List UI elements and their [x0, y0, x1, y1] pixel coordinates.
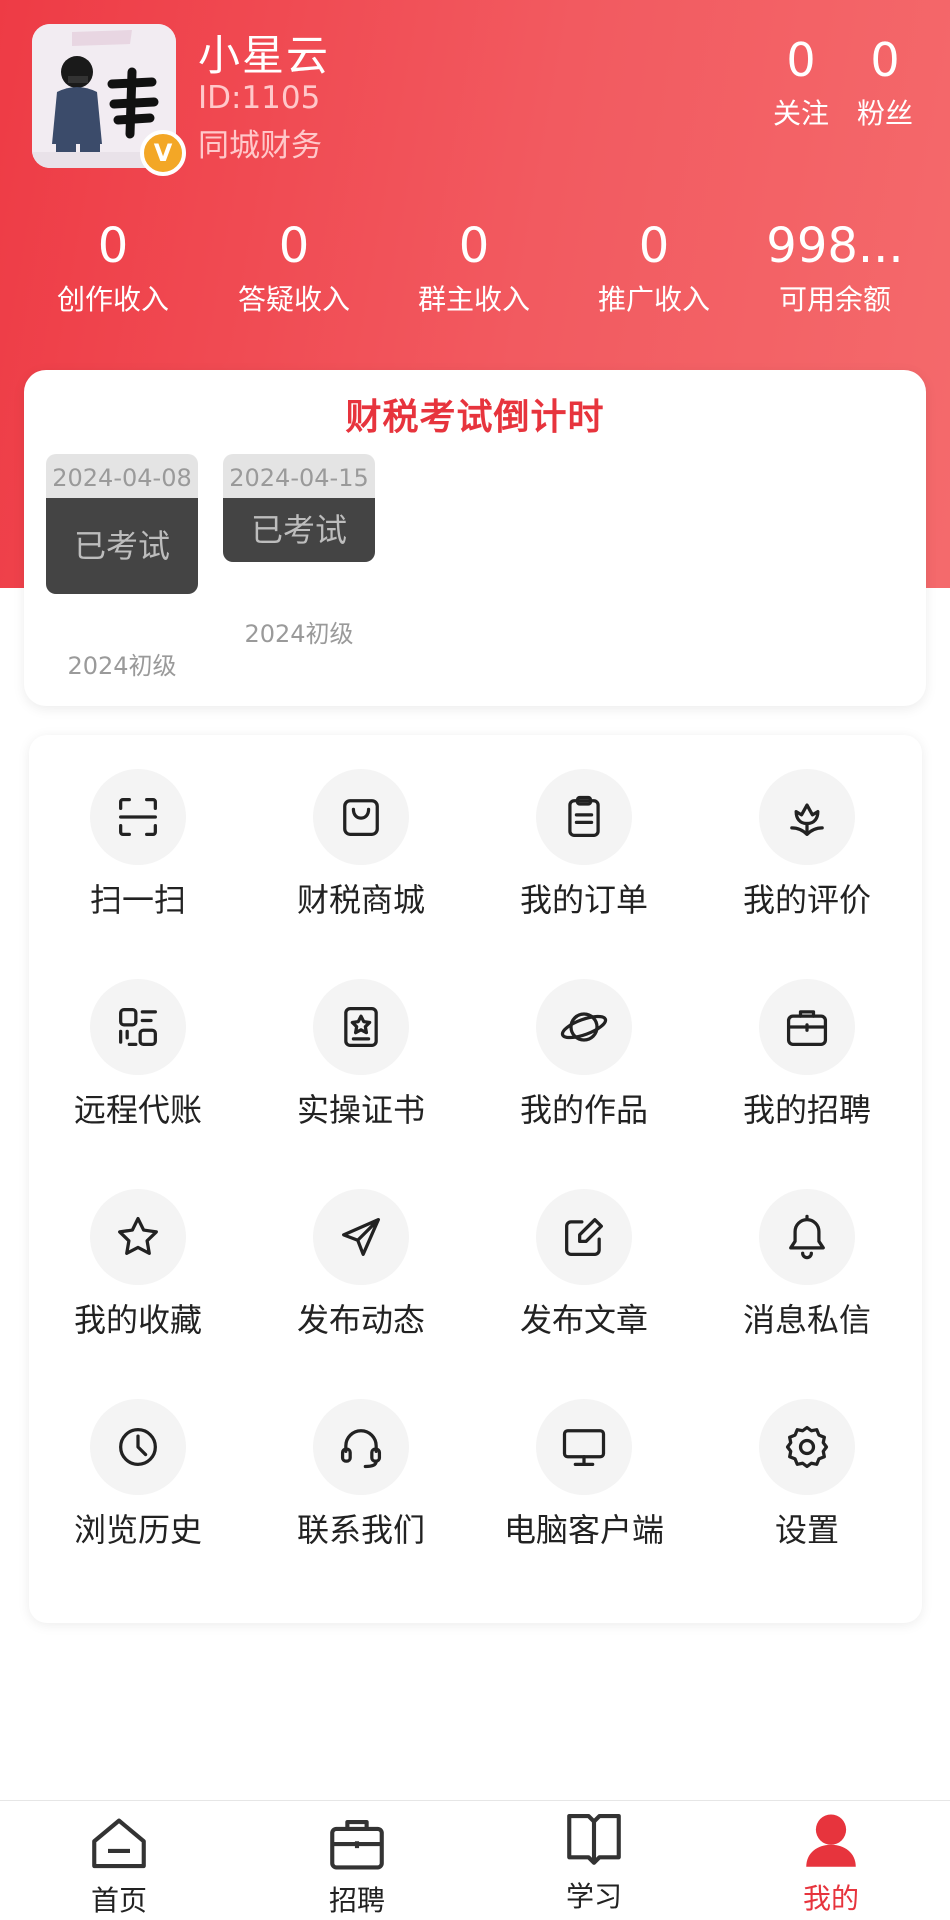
menu-item-label: 设置	[774, 1511, 839, 1549]
menu-item-label: 联系我们	[296, 1511, 425, 1549]
user-name: 小星云	[198, 31, 331, 80]
menu-item-label: 我的订单	[519, 881, 648, 919]
nav-tab-jobs[interactable]: 招聘	[238, 1801, 476, 1920]
menu-item-label: 我的评价	[742, 881, 871, 919]
menu-item-settings[interactable]: 设置	[707, 1399, 907, 1553]
star-icon	[90, 1189, 186, 1285]
stat-creation-income[interactable]: 0 创作收入	[28, 218, 198, 318]
stat-value: 998...	[766, 218, 904, 274]
menu-item-label: 我的作品	[519, 1091, 648, 1129]
menu-item-mall[interactable]: 财税商城	[261, 769, 461, 923]
stat-value: 0	[97, 218, 129, 274]
menu-item-label: 浏览历史	[73, 1511, 202, 1549]
menu-item-history[interactable]: 浏览历史	[38, 1399, 238, 1553]
certificate-icon	[313, 979, 409, 1075]
exam-date: 2024-04-08	[46, 454, 198, 498]
stat-label: 推广收入	[597, 283, 710, 316]
menu-item-label: 消息私信	[742, 1301, 871, 1339]
menu-item-post-article[interactable]: 发布文章	[484, 1189, 684, 1343]
menu-item-my-works[interactable]: 我的作品	[484, 979, 684, 1133]
home-icon	[92, 1818, 146, 1869]
exam-date: 2024-04-15	[223, 454, 375, 498]
following-count: 0	[786, 33, 816, 87]
following-label: 关注	[772, 97, 829, 130]
bell-icon	[759, 1189, 855, 1285]
menu-item-reviews[interactable]: 我的评价	[707, 769, 907, 923]
menu-item-label: 电脑客户端	[503, 1511, 664, 1549]
stat-value: 0	[458, 218, 490, 274]
remote-icon	[90, 979, 186, 1075]
menu-item-remote-accounting[interactable]: 远程代账	[38, 979, 238, 1133]
exam-status: 已考试	[46, 498, 198, 594]
user-icon	[806, 1814, 856, 1867]
nav-tab-home[interactable]: 首页	[0, 1801, 238, 1920]
menu-item-post-update[interactable]: 发布动态	[261, 1189, 461, 1343]
exam-card[interactable]: 2024-04-08 已考试	[46, 454, 198, 594]
function-menu-card: 扫一扫 财税商城 我的订单 我的评价 远程代账 实操证书 我的作品 我的招聘 我…	[29, 735, 922, 1623]
menu-item-label: 扫一扫	[89, 881, 186, 919]
followers-counter[interactable]: 0 粉丝	[840, 34, 930, 132]
send-icon	[313, 1189, 409, 1285]
verified-badge-icon: V	[140, 130, 186, 176]
exam-card[interactable]: 2024-04-15 已考试	[223, 454, 375, 562]
edit-icon	[536, 1189, 632, 1285]
menu-item-label: 发布动态	[296, 1301, 425, 1339]
followers-count: 0	[870, 33, 900, 87]
stat-value: 0	[638, 218, 670, 274]
menu-item-label: 我的招聘	[742, 1091, 871, 1129]
briefcase-icon	[330, 1819, 384, 1870]
menu-item-contact-us[interactable]: 联系我们	[261, 1399, 461, 1553]
menu-item-label: 远程代账	[73, 1091, 202, 1129]
exam-status: 已考试	[223, 498, 375, 562]
book-icon	[567, 1813, 621, 1865]
gear-icon	[759, 1399, 855, 1495]
menu-item-scan[interactable]: 扫一扫	[38, 769, 238, 923]
menu-item-my-jobs[interactable]: 我的招聘	[707, 979, 907, 1133]
menu-item-label: 财税商城	[296, 881, 425, 919]
exam-countdown-card: 财税考试倒计时 2024-04-08 已考试 2024初级 2024-04-15…	[24, 370, 926, 706]
exam-level: 2024初级	[67, 652, 177, 680]
clipboard-icon	[536, 769, 632, 865]
user-organization: 同城财务	[198, 128, 322, 164]
clock-icon	[90, 1399, 186, 1495]
nav-label: 学习	[565, 1880, 622, 1913]
stat-label: 可用余额	[778, 283, 891, 316]
scan-icon	[90, 769, 186, 865]
stat-label: 群主收入	[417, 283, 530, 316]
monitor-icon	[536, 1399, 632, 1495]
exam-countdown-title: 财税考试倒计时	[345, 397, 605, 438]
menu-item-messages[interactable]: 消息私信	[707, 1189, 907, 1343]
nav-label: 首页	[90, 1884, 147, 1917]
followers-label: 粉丝	[856, 97, 913, 130]
nav-label: 我的	[802, 1882, 859, 1915]
menu-item-desktop-client[interactable]: 电脑客户端	[484, 1399, 684, 1553]
stat-label: 答疑收入	[237, 283, 350, 316]
menu-item-label: 实操证书	[296, 1091, 425, 1129]
bottom-navigation-bar: 首页 招聘 学习 我的	[0, 1800, 950, 1920]
nav-tab-mine[interactable]: 我的	[712, 1801, 950, 1920]
menu-item-orders[interactable]: 我的订单	[484, 769, 684, 923]
stat-value: 0	[278, 218, 310, 274]
stat-label: 创作收入	[56, 283, 169, 316]
exam-level: 2024初级	[244, 620, 354, 648]
menu-item-favorites[interactable]: 我的收藏	[38, 1189, 238, 1343]
briefcase-icon	[759, 979, 855, 1075]
stat-group-income[interactable]: 0 群主收入	[389, 218, 559, 318]
shopping-bag-icon	[313, 769, 409, 865]
user-id: ID:1105	[198, 80, 321, 116]
menu-item-label: 我的收藏	[73, 1301, 202, 1339]
menu-item-label: 发布文章	[519, 1301, 648, 1339]
nav-tab-study[interactable]: 学习	[475, 1801, 713, 1920]
nav-label: 招聘	[328, 1884, 385, 1917]
flower-icon	[759, 769, 855, 865]
menu-item-certificate[interactable]: 实操证书	[261, 979, 461, 1133]
following-counter[interactable]: 0 关注	[756, 34, 846, 132]
planet-icon	[536, 979, 632, 1075]
stat-answer-income[interactable]: 0 答疑收入	[209, 218, 379, 318]
headset-icon	[313, 1399, 409, 1495]
stat-promotion-income[interactable]: 0 推广收入	[569, 218, 739, 318]
stat-available-balance[interactable]: 998... 可用余额	[750, 218, 920, 318]
